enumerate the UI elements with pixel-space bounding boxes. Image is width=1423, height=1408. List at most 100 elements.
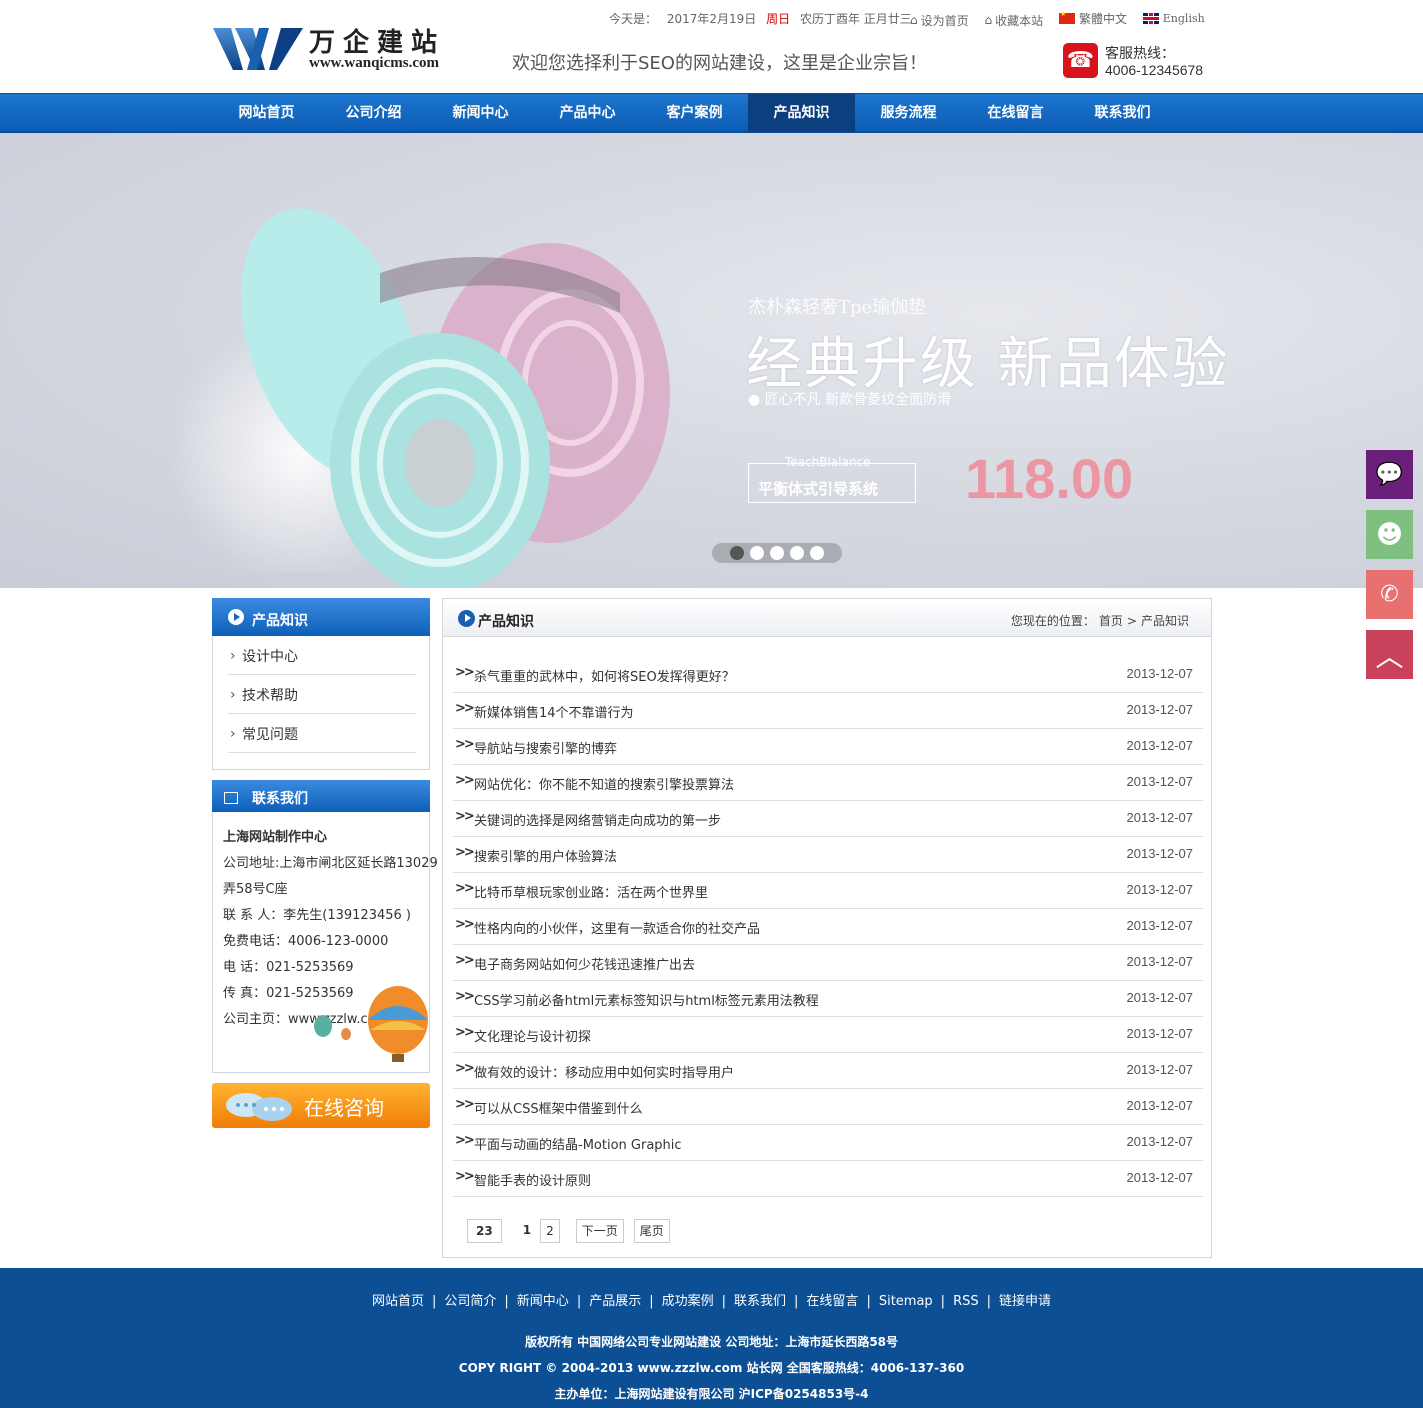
- phone-float-button[interactable]: ✆: [1366, 570, 1413, 619]
- article-title[interactable]: 可以从CSS框架中借鉴到什么: [474, 1098, 643, 1117]
- list-item[interactable]: >> 导航站与搜索引擎的博弈 2013-12-07: [453, 729, 1203, 765]
- contact-title: 联系我们: [252, 791, 308, 807]
- article-date: 2013-12-07: [1126, 1062, 1194, 1077]
- footer-sponsor: 主办单位：上海网站建设有限公司 沪ICP备0254853号-4: [554, 1387, 869, 1401]
- article-title[interactable]: 文化理论与设计初探: [474, 1026, 591, 1045]
- banner-dot-3[interactable]: [790, 546, 804, 560]
- list-item[interactable]: >> 关键词的选择是网络营销走向成功的第一步 2013-12-07: [453, 801, 1203, 837]
- list-item[interactable]: >> 搜索引擎的用户体验算法 2013-12-07: [453, 837, 1203, 873]
- online-consult-button[interactable]: 在线咨询: [212, 1083, 430, 1128]
- site-logo[interactable]: 万企建站 www.wanqicms.com: [213, 22, 473, 74]
- consult-label: 在线咨询: [304, 1096, 384, 1120]
- contact-company: 上海网站制作中心: [223, 830, 328, 845]
- list-item[interactable]: >> 性格内向的小伙伴，这里有一款适合你的社交产品 2013-12-07: [453, 909, 1203, 945]
- nav-item-0[interactable]: 网站首页: [213, 94, 320, 132]
- article-title[interactable]: 搜索引擎的用户体验算法: [474, 846, 617, 865]
- pagination: 23 1 2 下一页 尾页: [467, 1219, 670, 1243]
- nav-item-8[interactable]: 联系我们: [1069, 94, 1176, 132]
- footer-link-5[interactable]: 联系我们: [734, 1294, 786, 1309]
- list-item[interactable]: >> 杀气重重的武林中，如何将SEO发挥得更好？ 2013-12-07: [453, 657, 1203, 693]
- article-date: 2013-12-07: [1126, 702, 1194, 717]
- nav-item-3[interactable]: 产品中心: [534, 94, 641, 132]
- nav-item-5[interactable]: 产品知识: [748, 94, 855, 132]
- footer-separator: |: [576, 1294, 582, 1309]
- contact-free-phone: 免费电话：4006-123-0000: [223, 934, 389, 949]
- list-item[interactable]: >> 文化理论与设计初探 2013-12-07: [453, 1017, 1203, 1053]
- banner-dot-2[interactable]: [770, 546, 784, 560]
- last-page-link[interactable]: 尾页: [633, 1219, 670, 1243]
- english-link[interactable]: English: [1142, 12, 1205, 25]
- footer-link-8[interactable]: RSS: [953, 1294, 979, 1309]
- list-item[interactable]: >> 平面与动画的结晶-Motion Graphic 2013-12-07: [453, 1125, 1203, 1161]
- phone-float-icon: ✆: [1380, 582, 1399, 607]
- nav-item-1[interactable]: 公司介绍: [320, 94, 427, 132]
- list-item[interactable]: >> 比特币草根玩家创业路：活在两个世界里 2013-12-07: [453, 873, 1203, 909]
- set-home-link[interactable]: ⌂ 设为首页: [910, 12, 969, 29]
- article-title[interactable]: 比特币草根玩家创业路：活在两个世界里: [474, 882, 708, 901]
- article-date: 2013-12-07: [1126, 918, 1194, 933]
- list-item[interactable]: >> 新媒体销售14个不靠谱行为 2013-12-07: [453, 693, 1203, 729]
- footer-link-0[interactable]: 网站首页: [372, 1294, 424, 1309]
- banner-dot-4[interactable]: [810, 546, 824, 560]
- footer-link-6[interactable]: 在线留言: [806, 1294, 858, 1309]
- breadcrumb: 您现在的位置： 首页 > 产品知识: [1009, 612, 1191, 629]
- double-chevron-right-icon: >>: [455, 1133, 475, 1148]
- article-title[interactable]: 电子商务网站如何少花钱迅速推广出去: [474, 954, 695, 973]
- nav-item-7[interactable]: 在线留言: [962, 94, 1069, 132]
- traditional-chinese-link[interactable]: 繁體中文: [1058, 10, 1127, 27]
- hotline-number: 4006-12345678: [1105, 62, 1204, 78]
- article-title[interactable]: 性格内向的小伙伴，这里有一款适合你的社交产品: [474, 918, 760, 937]
- hotline: ☎ 客服热线： 4006-12345678: [1063, 43, 1223, 83]
- date-bar: 今天是： 2017年2月19日 周日 农历丁酉年 正月廿三: [609, 10, 918, 27]
- article-title[interactable]: 导航站与搜索引擎的博弈: [474, 738, 617, 757]
- sidebar-item-0[interactable]: 设计中心: [228, 635, 416, 677]
- footer-copyright: 版权所有 中国网络公司专业网站建设 公司地址：上海市延长西路58号: [524, 1335, 899, 1349]
- sidebar-item-1[interactable]: 技术帮助: [228, 674, 416, 716]
- article-title[interactable]: 杀气重重的武林中，如何将SEO发挥得更好？: [474, 666, 735, 685]
- contact-address2: 弄58号C座: [223, 882, 288, 897]
- page-current: 1: [522, 1223, 532, 1237]
- article-title[interactable]: 平面与动画的结晶-Motion Graphic: [474, 1134, 682, 1153]
- category-header: 产品知识: [212, 598, 430, 636]
- footer-link-2[interactable]: 新闻中心: [517, 1294, 569, 1309]
- main-nav: 网站首页 公司介绍 新闻中心 产品中心 客户案例 产品知识 服务流程 在线留言 联系我们: [0, 93, 1423, 133]
- footer-link-3[interactable]: 产品展示: [589, 1294, 641, 1309]
- article-title[interactable]: 智能手表的设计原则: [474, 1170, 591, 1189]
- crumb-home[interactable]: 首页: [1099, 614, 1123, 628]
- footer-link-1[interactable]: 公司简介: [444, 1294, 496, 1309]
- double-chevron-right-icon: >>: [455, 845, 475, 860]
- article-title[interactable]: 网站优化：你不能不知道的搜索引擎投票算法: [474, 774, 734, 793]
- banner-price: 118.00: [965, 447, 1134, 510]
- footer-link-4[interactable]: 成功案例: [662, 1294, 714, 1309]
- sidebar-item-2[interactable]: 常见问题: [228, 713, 416, 755]
- list-item[interactable]: >> CSS学习前必备html元素标签知识与html标签元素用法教程 2013-12…: [453, 981, 1203, 1017]
- banner-dot-1[interactable]: [750, 546, 764, 560]
- list-item[interactable]: >> 智能手表的设计原则 2013-12-07: [453, 1161, 1203, 1197]
- banner-title: 经典升级 新品体验: [746, 332, 1230, 397]
- banner[interactable]: 杰朴森轻奢Tpe瑜伽垫 经典升级 新品体验 ● 匠心不凡 新款骨菱纹全面防滑 T…: [0, 133, 1423, 588]
- date-text: 2017年2月19日: [666, 12, 757, 26]
- wechat-float-button[interactable]: 💬: [1366, 450, 1413, 499]
- back-to-top-button[interactable]: ︿: [1366, 630, 1413, 679]
- chevron-up-icon: ︿: [1375, 639, 1404, 673]
- bookmark-link[interactable]: ⌂ 收藏本站: [984, 12, 1043, 29]
- article-title[interactable]: 做有效的设计：移动应用中如何实时指导用户: [474, 1062, 734, 1081]
- banner-dot-0[interactable]: [730, 546, 744, 560]
- footer-link-9[interactable]: 链接申请: [999, 1294, 1051, 1309]
- list-item[interactable]: >> 可以从CSS框架中借鉴到什么 2013-12-07: [453, 1089, 1203, 1125]
- article-title[interactable]: 关键词的选择是网络营销走向成功的第一步: [474, 810, 721, 829]
- article-title[interactable]: CSS学习前必备html元素标签知识与html标签元素用法教程: [474, 990, 819, 1009]
- footer-link-7[interactable]: Sitemap: [879, 1294, 933, 1309]
- nav-item-4[interactable]: 客户案例: [641, 94, 748, 132]
- nav-item-6[interactable]: 服务流程: [855, 94, 962, 132]
- next-page-link[interactable]: 下一页: [575, 1219, 624, 1243]
- list-item[interactable]: >> 网站优化：你不能不知道的搜索引擎投票算法 2013-12-07: [453, 765, 1203, 801]
- nav-item-2[interactable]: 新闻中心: [427, 94, 534, 132]
- list-item[interactable]: >> 电子商务网站如何少花钱迅速推广出去 2013-12-07: [453, 945, 1203, 981]
- article-date: 2013-12-07: [1126, 846, 1194, 861]
- page-2-link[interactable]: 2: [540, 1219, 560, 1243]
- article-title[interactable]: 新媒体销售14个不靠谱行为: [474, 702, 634, 721]
- qq-float-button[interactable]: ☻: [1366, 510, 1413, 559]
- crumb-current[interactable]: 产品知识: [1141, 614, 1189, 628]
- list-item[interactable]: >> 做有效的设计：移动应用中如何实时指导用户 2013-12-07: [453, 1053, 1203, 1089]
